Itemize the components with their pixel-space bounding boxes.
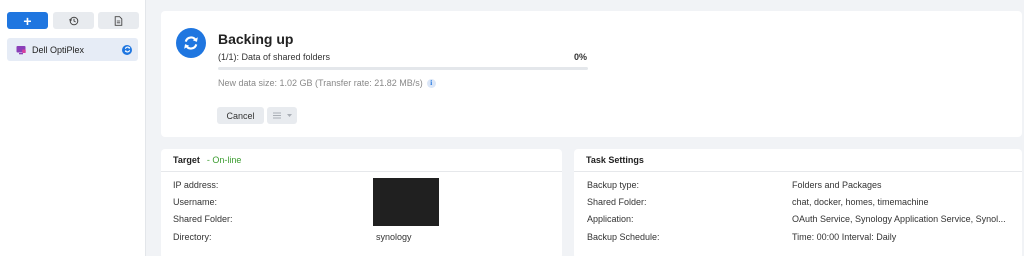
sidebar-item-label: Dell OptiPlex (32, 44, 85, 55)
task-label-backup-type: Backup type: (587, 180, 640, 190)
log-button[interactable] (98, 12, 139, 29)
target-label-directory: Directory: (173, 232, 212, 242)
data-size-info: New data size: 1.02 GB (Transfer rate: 2… (218, 78, 436, 88)
target-header: Target - On-line (161, 149, 562, 172)
target-label-ip: IP address: (173, 180, 219, 190)
task-settings-panel: Task Settings Backup type: Folders and P… (574, 149, 1022, 256)
document-icon (114, 15, 123, 26)
task-value-application: OAuth Service, Synology Application Serv… (792, 214, 1006, 224)
task-label-application: Application: (587, 214, 634, 224)
list-icon (272, 112, 281, 119)
sidebar-item-dell-optiplex[interactable]: Dell OptiPlex (7, 38, 138, 61)
task-settings-header: Task Settings (574, 149, 1022, 172)
redacted-block (373, 178, 439, 226)
task-label-backup-schedule: Backup Schedule: (587, 232, 660, 242)
target-title: Target (173, 155, 200, 165)
progress-bar (218, 67, 588, 70)
sidebar: + Dell OptiPlex (0, 0, 146, 256)
backup-status-panel: Backing up (1/1): Data of shared folders… (161, 11, 1022, 137)
cancel-button[interactable]: Cancel (217, 107, 264, 124)
info-icon[interactable]: i (426, 78, 436, 88)
computer-icon (16, 45, 26, 54)
sync-icon (122, 44, 132, 55)
task-value-backup-schedule: Time: 00:00 Interval: Daily (792, 232, 897, 242)
target-online-status: - On-line (206, 155, 242, 165)
history-button[interactable] (53, 12, 94, 29)
sync-icon (176, 28, 206, 58)
more-actions-button[interactable] (267, 107, 297, 124)
target-label-username: Username: (173, 197, 218, 207)
progress-percent: 0% (573, 52, 587, 62)
target-value-directory: synology (376, 232, 412, 242)
task-settings-title: Task Settings (586, 155, 644, 165)
history-icon (68, 16, 78, 25)
status-title: Backing up (218, 31, 294, 47)
target-panel: Target - On-line IP address: Username: S… (161, 149, 562, 256)
task-label-shared-folder: Shared Folder: (587, 197, 647, 207)
target-label-shared-folder: Shared Folder: (173, 214, 233, 224)
data-size-text: New data size: 1.02 GB (Transfer rate: 2… (218, 78, 423, 88)
caret-down-icon (286, 114, 292, 117)
task-value-backup-type: Folders and Packages (792, 180, 882, 190)
add-task-button[interactable]: + (7, 12, 48, 29)
progress-label: (1/1): Data of shared folders (218, 52, 331, 62)
task-value-shared-folder: chat, docker, homes, timemachine (792, 197, 929, 207)
